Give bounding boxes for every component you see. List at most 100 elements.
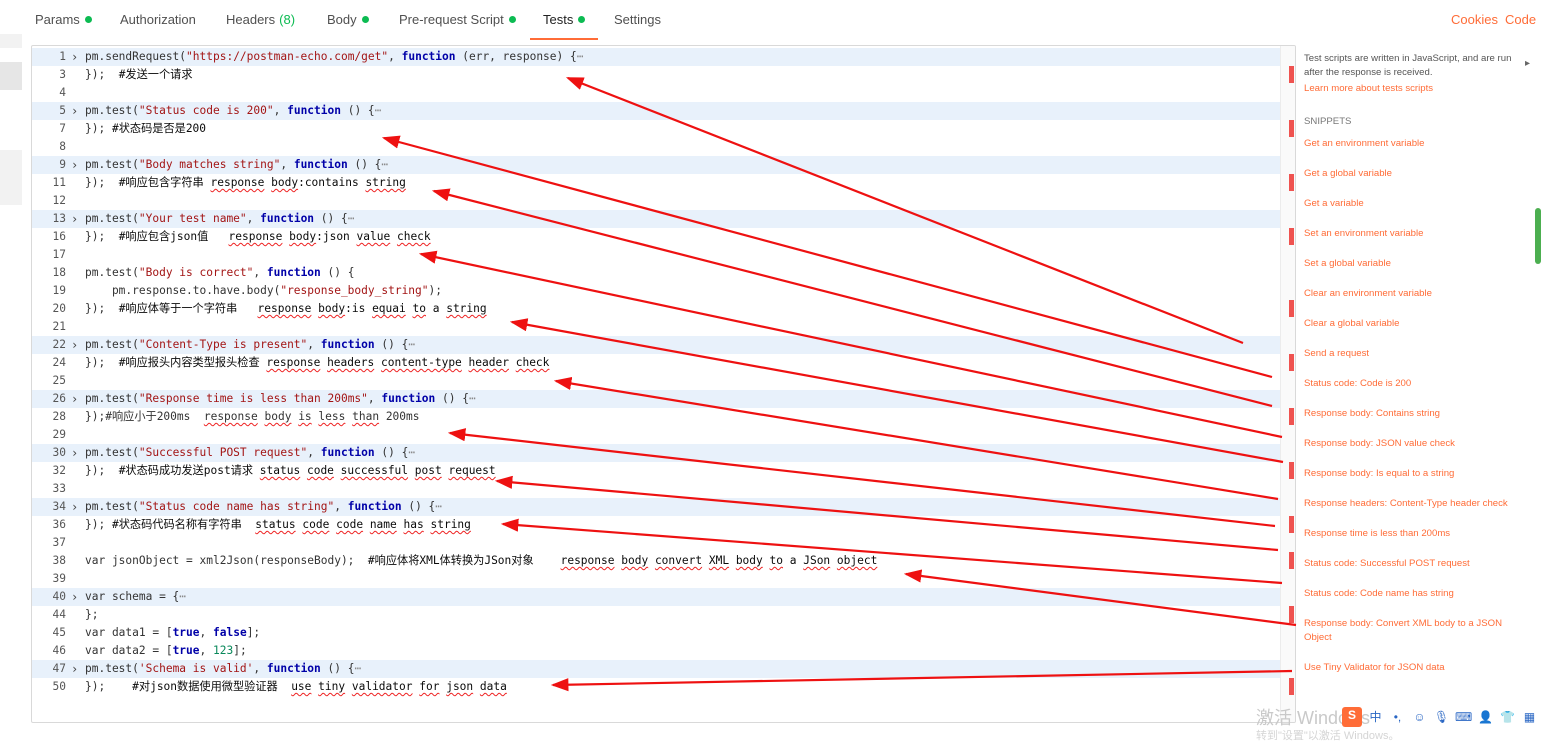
code-line[interactable]: 21 — [32, 318, 1280, 336]
code-line[interactable]: 16}); #响应包含json值 response body:json valu… — [32, 228, 1280, 246]
fold-chevron-icon[interactable]: › — [71, 210, 81, 228]
fold-chevron-icon[interactable]: › — [71, 444, 81, 462]
punctuation-icon[interactable]: •, — [1389, 709, 1406, 726]
snippet-link[interactable]: Response body: JSON value check — [1304, 437, 1455, 451]
code-line[interactable]: 5 › pm.test("Status code is 200", function… — [32, 102, 1280, 120]
code-line[interactable]: 20}); #响应体等于一个字符串 response body:is equai… — [32, 300, 1280, 318]
code-line[interactable]: 26 › pm.test("Response time is less than 2… — [32, 390, 1280, 408]
snippet-link[interactable]: Response time is less than 200ms — [1304, 527, 1450, 541]
snippet-link[interactable]: Send a request — [1304, 347, 1369, 361]
snippet-link[interactable]: Response body: Is equal to a string — [1304, 467, 1454, 481]
user-icon[interactable]: 👤 — [1477, 709, 1494, 726]
tab-params[interactable]: Params — [35, 12, 92, 34]
test-script-editor[interactable]: 1 › pm.sendRequest("https://postman-echo.c… — [31, 45, 1296, 723]
code-text: }; — [85, 608, 99, 621]
snippet-link[interactable]: Use Tiny Validator for JSON data — [1304, 661, 1445, 675]
snippet-link[interactable]: Get an environment variable — [1304, 137, 1425, 151]
snippet-link[interactable]: Clear an environment variable — [1304, 287, 1432, 301]
ime-chinese-icon[interactable]: 中 — [1367, 709, 1384, 726]
tab-body[interactable]: Body — [327, 12, 369, 34]
fold-chevron-icon[interactable]: › — [71, 156, 81, 174]
line-number: 26 — [52, 392, 66, 405]
code-line[interactable]: 34 › pm.test("Status code name has string"… — [32, 498, 1280, 516]
code-line[interactable]: 38 var jsonObject = xml2Json(responseBody… — [32, 552, 1280, 570]
code-line[interactable]: 13 › pm.test("Your test name", function ()… — [32, 210, 1280, 228]
learn-more-link[interactable]: Learn more about tests scripts — [1304, 83, 1433, 94]
fold-chevron-icon[interactable]: › — [71, 336, 81, 354]
fold-chevron-icon[interactable]: › — [71, 588, 81, 606]
snippet-link[interactable]: Clear a global variable — [1304, 317, 1399, 331]
code-line[interactable]: 46 var data2 = [true, 123]; — [32, 642, 1280, 660]
code-text: }); #响应包含json值 response body:json value … — [85, 230, 431, 243]
code-line[interactable]: 9 › pm.test("Body matches string", functio… — [32, 156, 1280, 174]
error-marker — [1289, 678, 1294, 695]
line-number: 24 — [52, 356, 66, 369]
tab-authorization[interactable]: Authorization — [120, 12, 196, 34]
left-panel-block — [0, 150, 22, 205]
sogou-logo-icon[interactable]: S — [1342, 707, 1362, 727]
code-line[interactable]: 17 — [32, 246, 1280, 264]
code-line[interactable]: 37 — [32, 534, 1280, 552]
snippet-link[interactable]: Set a global variable — [1304, 257, 1391, 271]
code-link[interactable]: Code — [1505, 12, 1536, 27]
code-line[interactable]: 30 › pm.test("Successful POST request", fu… — [32, 444, 1280, 462]
cookies-link[interactable]: Cookies — [1451, 12, 1498, 27]
code-text: }); #状态码代码名称有字符串 status code code name h… — [85, 518, 471, 531]
snippet-link[interactable]: Response headers: Content-Type header ch… — [1304, 497, 1508, 511]
tab-headers[interactable]: Headers (8) — [226, 12, 295, 34]
code-line[interactable]: 45 var data1 = [true, false]; — [32, 624, 1280, 642]
code-line[interactable]: 22 › pm.test("Content-Type is present", fu… — [32, 336, 1280, 354]
snippet-link[interactable]: Status code: Successful POST request — [1304, 557, 1470, 571]
fold-chevron-icon[interactable]: › — [71, 660, 81, 678]
code-line[interactable]: 24}); #响应报头内容类型报头检查 response headers con… — [32, 354, 1280, 372]
code-line[interactable]: 18 pm.test("Body is correct", function ()… — [32, 264, 1280, 282]
code-text: }); #发送一个请求 — [85, 68, 193, 81]
code-line[interactable]: 40 › var schema = {⋯ — [32, 588, 1280, 606]
code-line[interactable]: 12 — [32, 192, 1280, 210]
code-line[interactable]: 29 — [32, 426, 1280, 444]
code-line[interactable]: 11}); #响应包含字符串 response body:contains st… — [32, 174, 1280, 192]
code-text: }); #响应体等于一个字符串 response body:is equai t… — [85, 302, 487, 315]
snippet-link[interactable]: Status code: Code is 200 — [1304, 377, 1411, 391]
code-line[interactable]: 1 › pm.sendRequest("https://postman-echo.c… — [32, 48, 1280, 66]
snippet-link[interactable]: Set an environment variable — [1304, 227, 1423, 241]
code-text: pm.test("Body matches string", function … — [85, 158, 389, 171]
code-line[interactable]: 25 — [32, 372, 1280, 390]
tab-status-dot — [84, 16, 92, 23]
snippet-link[interactable]: Response body: Contains string — [1304, 407, 1440, 421]
code-line[interactable]: 7}); #状态码是否是200 — [32, 120, 1280, 138]
grid-icon[interactable]: ▦ — [1521, 709, 1538, 726]
code-line[interactable]: 33 — [32, 480, 1280, 498]
tab-settings[interactable]: Settings — [614, 12, 661, 34]
code-line[interactable]: 4 — [32, 84, 1280, 102]
code-line[interactable]: 47 › pm.test('Schema is valid', function (… — [32, 660, 1280, 678]
shirt-icon[interactable]: 👕 — [1499, 709, 1516, 726]
code-line[interactable]: 36}); #状态码代码名称有字符串 status code code name… — [32, 516, 1280, 534]
code-text: var data2 = [true, 123]; — [85, 644, 247, 657]
keyboard-icon[interactable]: ⌨ — [1455, 709, 1472, 726]
snippet-link[interactable]: Status code: Code name has string — [1304, 587, 1454, 601]
tab-tests[interactable]: Tests — [529, 12, 599, 40]
line-number: 30 — [52, 446, 66, 459]
code-line[interactable]: 8 — [32, 138, 1280, 156]
fold-chevron-icon[interactable]: › — [71, 48, 81, 66]
collapse-sidebar-icon[interactable]: ▸ — [1525, 58, 1530, 69]
code-line[interactable]: 28});#响应小于200ms response body is less th… — [32, 408, 1280, 426]
code-line[interactable]: 44}; — [32, 606, 1280, 624]
fold-chevron-icon[interactable]: › — [71, 390, 81, 408]
code-text: pm.test("Content-Type is present", funct… — [85, 338, 416, 351]
sidebar-scrollbar[interactable] — [1535, 208, 1541, 264]
fold-chevron-icon[interactable]: › — [71, 102, 81, 120]
code-line[interactable]: 19 pm.response.to.have.body("response_bo… — [32, 282, 1280, 300]
snippet-link[interactable]: Get a global variable — [1304, 167, 1392, 181]
snippet-link[interactable]: Response body: Convert XML body to a JSO… — [1304, 617, 1519, 645]
code-line[interactable]: 3}); #发送一个请求 — [32, 66, 1280, 84]
mic-icon[interactable]: 🎙 — [1433, 709, 1450, 726]
tab-pre-request-script[interactable]: Pre-request Script — [399, 12, 516, 34]
fold-chevron-icon[interactable]: › — [71, 498, 81, 516]
snippet-link[interactable]: Get a variable — [1304, 197, 1364, 211]
code-line[interactable]: 32}); #状态码成功发送post请求 status code success… — [32, 462, 1280, 480]
code-line[interactable]: 39 — [32, 570, 1280, 588]
code-line[interactable]: 50}); #对json数据使用微型验证器 use tiny validator… — [32, 678, 1280, 696]
smile-icon[interactable]: ☺ — [1411, 709, 1428, 726]
